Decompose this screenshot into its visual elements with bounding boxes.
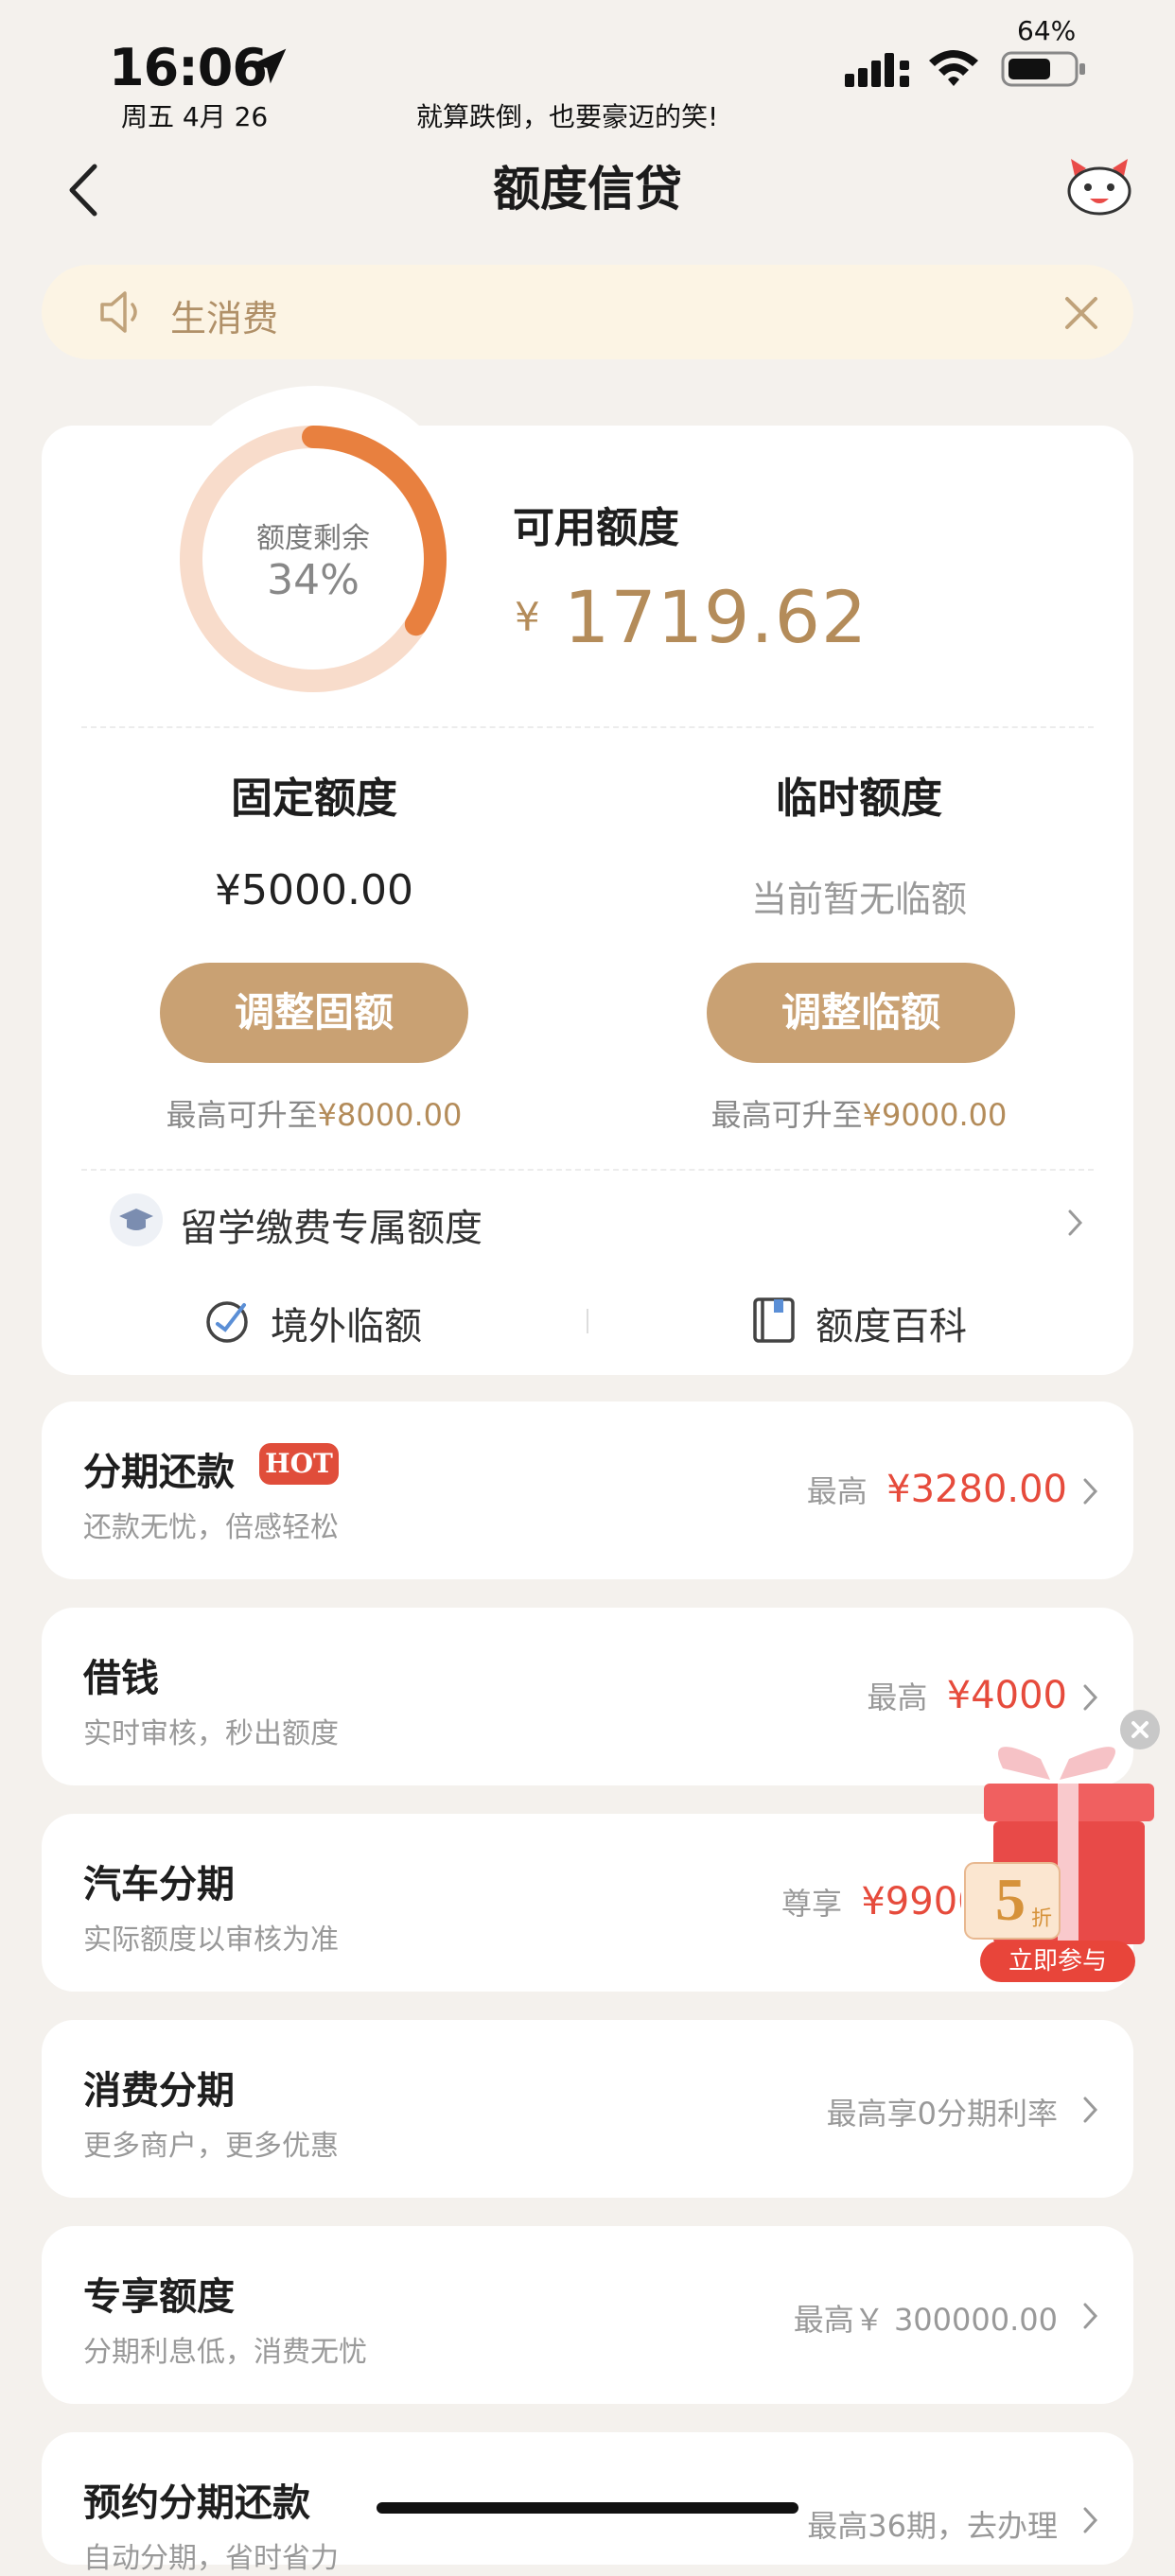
- overseas-credit-link[interactable]: 境外临额: [271, 1296, 422, 1350]
- promo-discount-number: 5: [995, 1866, 1026, 1933]
- fixed-max-amount: ¥8000.00: [317, 1097, 463, 1133]
- ring-percent: 34%: [267, 556, 360, 604]
- temporary-max-amount: ¥9000.00: [862, 1097, 1008, 1133]
- list-item-subtitle: 实时审核，秒出额度: [83, 1717, 339, 1750]
- list-item-value: 最高￥ 300000.00: [793, 2302, 1058, 2338]
- status-motto: 就算跌倒，也要豪迈的笑!: [416, 101, 719, 132]
- status-time: 16:06: [109, 38, 268, 97]
- temporary-credit-title: 临时额度: [776, 775, 942, 823]
- list-item-value-prefix: 最高: [867, 1680, 928, 1715]
- list-item-title: 预约分期还款: [83, 2481, 310, 2525]
- adjust-temporary-button[interactable]: 调整临额: [707, 963, 1015, 1063]
- ring-label: 额度剩余: [256, 522, 370, 555]
- list-item-value: 最高36期，去办理: [807, 2508, 1058, 2544]
- status-date: 周五 4月 26: [121, 101, 269, 132]
- list-item-value-amount: ¥4000: [946, 1674, 1067, 1717]
- temporary-credit-value: 当前暂无临额: [750, 879, 967, 920]
- list-item-subtitle: 实际额度以审核为准: [83, 1923, 339, 1957]
- list-item-value-amount: ¥3280.00: [886, 1468, 1067, 1511]
- chevron-right-icon: [1083, 1684, 1098, 1711]
- close-icon[interactable]: [1058, 289, 1105, 337]
- graduation-cap-icon: [110, 1193, 163, 1246]
- list-item-value: 最高享0分期利率: [826, 2096, 1058, 2132]
- list-item-title: 分期还款: [83, 1451, 235, 1494]
- battery-icon: [1001, 51, 1085, 87]
- chevron-right-icon: [1083, 2097, 1098, 2123]
- chevron-right-icon: [1083, 1478, 1098, 1505]
- notice-text: 生消费: [170, 298, 279, 339]
- divider: [81, 1169, 1094, 1171]
- promo-close-icon[interactable]: [1120, 1710, 1160, 1749]
- mascot-avatar-icon[interactable]: [1065, 157, 1133, 216]
- temporary-max-prefix: 最高可升至: [710, 1097, 863, 1133]
- chevron-right-icon: [1083, 2507, 1098, 2533]
- divider: [81, 726, 1094, 728]
- battery-percent: 64%: [1017, 15, 1077, 46]
- book-icon: [753, 1297, 795, 1343]
- available-credit-amount: 1719.62: [564, 575, 868, 659]
- speaker-icon: [100, 291, 137, 333]
- list-item-title: 消费分期: [83, 2069, 235, 2113]
- temporary-max-note: 最高可升至¥9000.00: [594, 1091, 1124, 1135]
- fixed-credit-value: ¥5000.00: [215, 866, 413, 914]
- list-item-title: 汽车分期: [83, 1863, 235, 1906]
- location-arrow-icon: [251, 48, 287, 84]
- list-item-title: 专享额度: [83, 2275, 235, 2319]
- list-item-subtitle: 分期利息低，消费无忧: [83, 2336, 367, 2369]
- adjust-fixed-button[interactable]: 调整固额: [160, 963, 468, 1063]
- list-item-value-prefix: 尊享: [781, 1886, 843, 1922]
- list-item-value: 最高 ¥4000: [867, 1674, 1067, 1717]
- hot-badge: HOT: [259, 1443, 339, 1485]
- promo-discount-unit: 折: [1031, 1907, 1052, 1931]
- list-item-value: 尊享 ¥9900: [781, 1880, 961, 1923]
- cellular-signal-icon: [845, 53, 909, 87]
- chevron-right-icon: [1083, 2303, 1098, 2329]
- promo-join-button[interactable]: 立即参与: [980, 1941, 1135, 1982]
- list-item-subtitle: 更多商户，更多优惠: [83, 2130, 339, 2163]
- list-item-value-prefix: 最高: [806, 1473, 868, 1509]
- vertical-separator: [587, 1309, 588, 1333]
- fixed-max-note: 最高可升至¥8000.00: [49, 1091, 579, 1135]
- currency-symbol: ¥: [515, 594, 540, 640]
- list-item-title: 借钱: [83, 1657, 159, 1700]
- wifi-icon: [929, 50, 978, 86]
- list-item-subtitle: 自动分期，省时省力: [83, 2542, 339, 2575]
- chevron-right-icon: [1068, 1210, 1083, 1236]
- list-item-subtitle: 还款无忧，倍感轻松: [83, 1511, 339, 1544]
- overseas-globe-icon: [206, 1301, 248, 1343]
- list-item-value: 最高 ¥3280.00: [807, 1468, 1067, 1511]
- available-credit-title: 可用额度: [513, 504, 679, 552]
- home-indicator[interactable]: [377, 2502, 798, 2514]
- credit-encyclopedia-link[interactable]: 额度百科: [815, 1296, 967, 1350]
- study-abroad-link[interactable]: 留学缴费专属额度: [180, 1197, 482, 1252]
- fixed-credit-title: 固定额度: [231, 775, 397, 823]
- page-title: 额度信贷: [493, 162, 682, 217]
- fixed-max-prefix: 最高可升至: [166, 1097, 318, 1133]
